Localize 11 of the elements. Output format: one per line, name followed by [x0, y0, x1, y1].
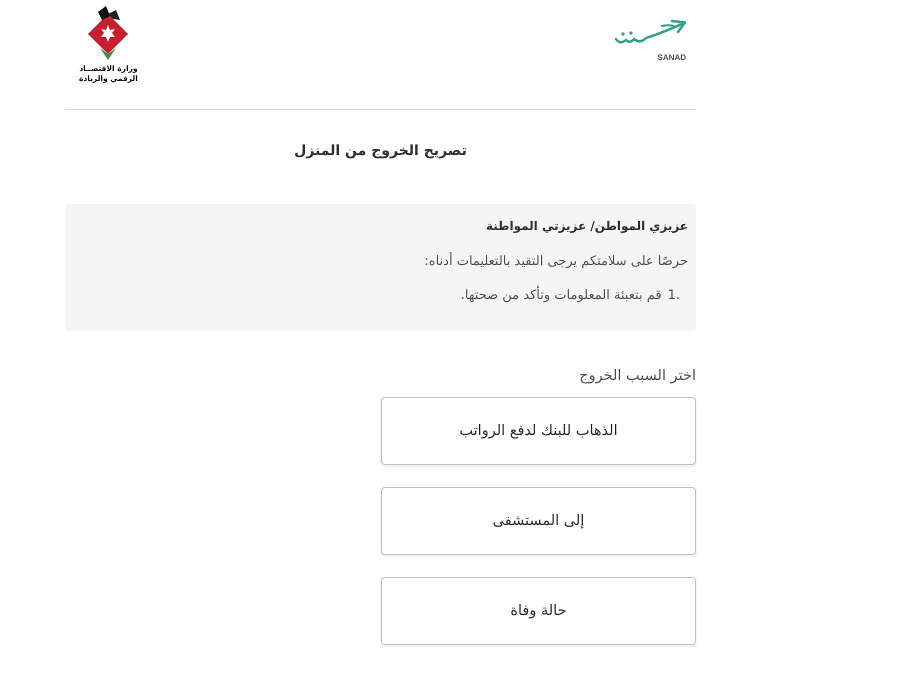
- reason-option-button[interactable]: حالة وفاة: [381, 577, 696, 645]
- logo-wordmark: SANAD: [658, 53, 686, 62]
- list-number: 1.: [668, 287, 680, 305]
- reason-option-button[interactable]: الذهاب للبنك لدفع الرواتب: [381, 397, 696, 465]
- notice-heading: عزيزي المواطن/ عزيزتي المواطنة: [484, 218, 688, 235]
- reason-label: اختر السبب الخروج: [579, 367, 696, 386]
- instruction-text: قم بتعبئة المعلومات وتأكد من صحتها.: [460, 286, 662, 306]
- page-title: تصريح الخروج من المنزل: [293, 142, 468, 161]
- reason-option-button[interactable]: إلى المستشفى: [381, 487, 696, 555]
- notice-text: حرصًا على سلامتكم يرجى التقيد بالتعليمات أدناه:: [423, 252, 688, 271]
- star-diamond-emblem-icon: [86, 4, 130, 60]
